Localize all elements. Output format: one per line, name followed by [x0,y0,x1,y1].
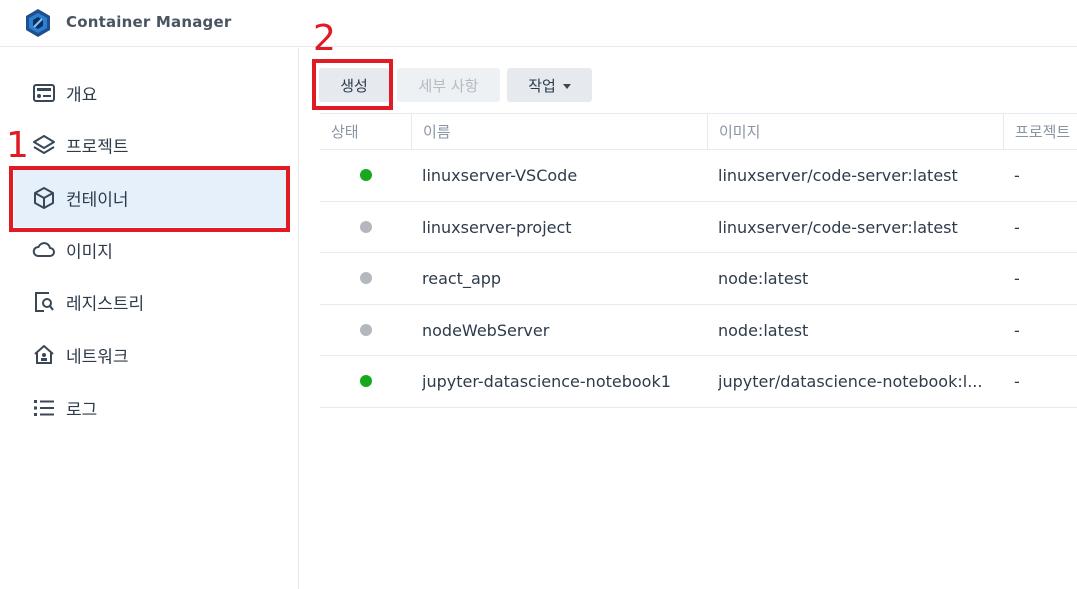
list-icon [34,400,54,416]
container-project: - [1014,372,1020,391]
annotation-step-1: 1 [6,125,29,166]
status-running-icon [360,375,372,387]
container-name: linuxserver-project [422,217,572,237]
annotation-box-create [312,59,393,110]
network-house-icon [34,345,54,364]
sidebar-item-overview[interactable]: 개요 [14,64,286,122]
main-panel: 생성 세부 사항 작업 상태 이름 이미지 프로젝트 linuxserver-V… [300,48,1077,589]
container-name: nodeWebServer [422,320,550,340]
table-row[interactable]: jupyter-datascience-notebook1 jupyter/da… [320,356,1077,408]
container-table: 상태 이름 이미지 프로젝트 linuxserver-VSCode linuxs… [320,113,1077,408]
action-button-label: 작업 [528,76,556,95]
layers-icon [33,135,55,154]
column-header-status[interactable]: 상태 [331,114,411,150]
sidebar-item-network[interactable]: 네트워크 [14,326,286,384]
status-stopped-icon [360,220,372,233]
table-row[interactable]: nodeWebServer node:latest - [320,305,1077,356]
registry-search-icon [35,292,54,312]
sidebar-item-label: 레지스트리 [66,294,145,315]
sidebar-item-log[interactable]: 로그 [14,379,286,437]
column-header-project[interactable]: 프로젝트 [1003,114,1077,150]
container-manager-logo-icon [26,9,50,37]
sidebar-item-label: 로그 [66,400,98,421]
action-dropdown-button[interactable]: 작업 [507,68,592,102]
sidebar-item-label: 이미지 [66,242,113,263]
status-stopped-icon [360,272,372,284]
annotation-box-container [9,166,290,232]
sidebar-item-label: 네트워크 [66,347,129,368]
details-button[interactable]: 세부 사항 [397,68,500,102]
sidebar: 개요 프로젝트 컨테이너 이미지 레지스트리 네트워크 로그 [0,48,299,589]
status-stopped-icon [360,323,372,336]
container-project: - [1014,320,1020,340]
container-image: jupyter/datascience-notebook:l... [718,372,983,391]
container-image: linuxserver/code-server:latest [718,166,958,185]
table-header: 상태 이름 이미지 프로젝트 [320,113,1077,150]
cloud-icon [32,242,55,257]
app-title: Container Manager [66,13,232,31]
caret-down-icon [562,83,571,89]
container-project: - [1014,269,1020,288]
title-bar: Container Manager [0,0,1077,47]
container-name: jupyter-datascience-notebook1 [422,372,671,391]
sidebar-item-label: 개요 [66,85,98,106]
table-row[interactable]: react_app node:latest - [320,253,1077,305]
column-header-name[interactable]: 이름 [411,114,717,150]
container-name: react_app [422,269,502,288]
table-row[interactable]: linuxserver-project linuxserver/code-ser… [320,202,1077,253]
container-image: linuxserver/code-server:latest [718,217,958,237]
column-header-image[interactable]: 이미지 [707,114,1003,150]
container-project: - [1014,166,1020,185]
table-row[interactable]: linuxserver-VSCode linuxserver/code-serv… [320,150,1077,202]
overview-icon [33,84,55,102]
container-project: - [1014,217,1020,237]
container-name: linuxserver-VSCode [422,166,578,185]
container-image: node:latest [718,269,809,288]
container-image: node:latest [718,320,809,340]
status-running-icon [360,169,372,181]
sidebar-item-registry[interactable]: 레지스트리 [14,273,286,331]
sidebar-item-label: 프로젝트 [66,137,129,158]
annotation-step-2: 2 [313,18,336,59]
